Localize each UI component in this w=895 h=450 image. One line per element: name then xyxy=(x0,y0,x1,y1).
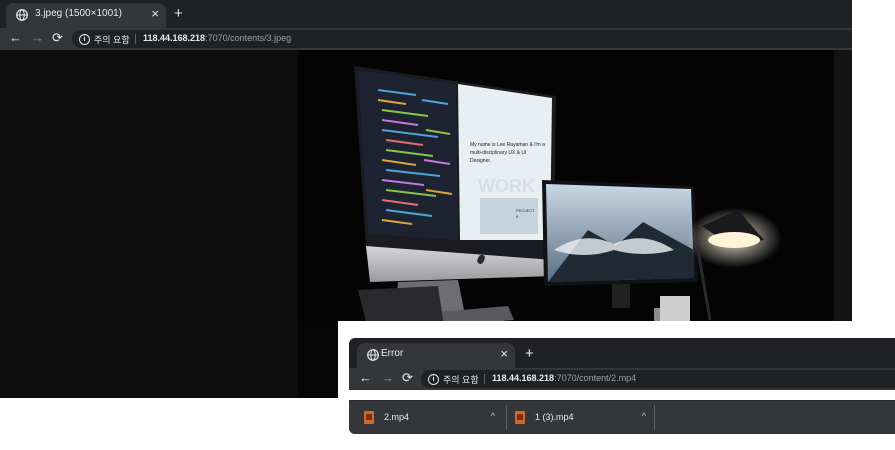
url-host: 118.44.168.218 xyxy=(492,373,555,383)
screen-heading-line2: multi-disciplinary UX & UI xyxy=(470,150,526,156)
download-separator xyxy=(654,405,655,430)
tab-title: Error xyxy=(381,348,404,359)
url-text[interactable]: 118.44.168.218:7070/content/2.mp4 xyxy=(492,373,636,383)
tab-close-icon[interactable]: × xyxy=(500,346,508,362)
tab-error[interactable]: Error × xyxy=(357,343,515,368)
download-filename: 2.mp4 xyxy=(384,412,410,422)
security-label[interactable]: 주의 요함 xyxy=(443,373,479,386)
download-shelf: 2.mp4 ^ 1 (3).mp4 ^ xyxy=(349,400,895,434)
chevron-up-icon[interactable]: ^ xyxy=(642,411,646,421)
info-icon[interactable]: i xyxy=(79,34,90,45)
url-path: :7070/content/2.mp4 xyxy=(554,373,637,383)
tab-strip: 3.jpeg (1500×1001) × + xyxy=(0,0,852,28)
video-file-icon xyxy=(364,411,374,424)
security-label[interactable]: 주의 요함 xyxy=(94,33,130,46)
address-bar[interactable]: i 주의 요함 118.44.168.218:7070/content/2.mp… xyxy=(421,370,895,388)
browser-window-error: Error × + ← → ⟳ i 주의 요함 118.44.168.218:7… xyxy=(349,338,895,434)
video-file-icon xyxy=(515,411,525,424)
forward-arrow-icon[interactable]: → xyxy=(31,30,44,46)
new-tab-button[interactable]: + xyxy=(174,6,183,22)
screen-work-text: WORK xyxy=(478,176,535,196)
tab-title: 3.jpeg (1500×1001) xyxy=(35,8,123,19)
reload-icon[interactable]: ⟳ xyxy=(52,30,63,46)
address-separator xyxy=(484,374,485,384)
back-arrow-icon[interactable]: ← xyxy=(9,30,22,46)
reload-icon[interactable]: ⟳ xyxy=(402,370,413,386)
forward-arrow-icon[interactable]: → xyxy=(381,370,394,386)
chevron-up-icon[interactable]: ^ xyxy=(491,411,495,421)
globe-icon xyxy=(367,349,379,361)
address-bar[interactable]: i 주의 요함 118.44.168.218:7070/contents/3.j… xyxy=(72,30,852,48)
screen-project-text: PROJECT xyxy=(516,208,535,213)
screen-heading-line1: My name is Lee Rayaman & I'm a xyxy=(470,142,545,148)
download-separator xyxy=(506,405,507,430)
address-separator xyxy=(135,34,136,44)
download-item[interactable]: 2.mp4 ^ xyxy=(363,406,501,430)
navigation-toolbar: ← → ⟳ i 주의 요함 118.44.168.218:7070/conten… xyxy=(349,368,895,390)
page-content xyxy=(349,390,895,400)
new-tab-button[interactable]: + xyxy=(525,346,534,362)
url-text[interactable]: 118.44.168.218:7070/contents/3.jpeg xyxy=(143,33,291,43)
screen-heading-line3: Designer. xyxy=(470,158,491,164)
tab-close-icon[interactable]: × xyxy=(151,6,159,22)
url-host: 118.44.168.218 xyxy=(143,33,206,43)
back-arrow-icon[interactable]: ← xyxy=(359,370,372,386)
tab-image[interactable]: 3.jpeg (1500×1001) × xyxy=(6,3,166,28)
navigation-toolbar: ← → ⟳ i 주의 요함 118.44.168.218:7070/conten… xyxy=(0,28,852,50)
download-item[interactable]: 1 (3).mp4 ^ xyxy=(514,406,652,430)
globe-icon xyxy=(16,9,28,21)
info-icon[interactable]: i xyxy=(428,374,439,385)
url-path: :7070/contents/3.jpeg xyxy=(205,33,292,43)
download-filename: 1 (3).mp4 xyxy=(535,412,574,422)
